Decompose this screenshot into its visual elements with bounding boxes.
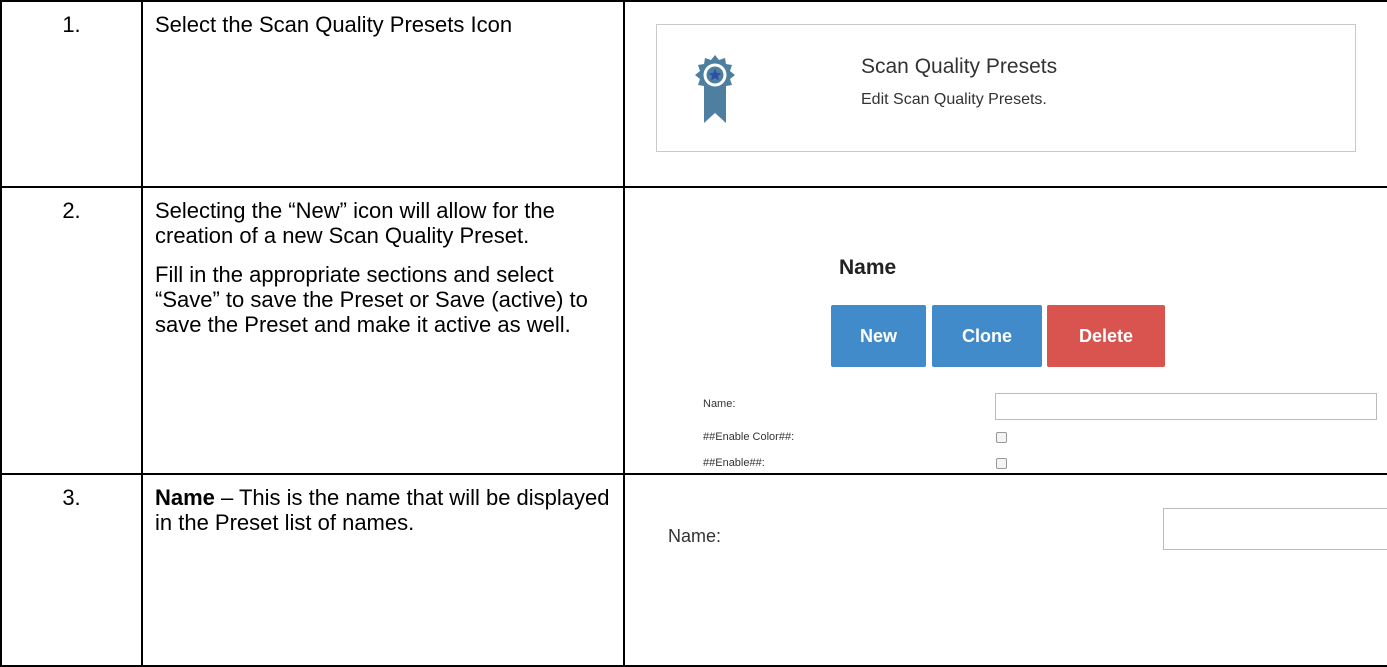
step-number: 3.	[0, 473, 143, 667]
steps-table: 1. Select the Scan Quality Presets Icon …	[0, 0, 1387, 667]
step-description: Select the Scan Quality Presets Icon	[141, 0, 625, 188]
step-number: 1.	[0, 0, 143, 188]
step-description: Name – This is the name that will be dis…	[141, 473, 625, 667]
enable-color-label: ##Enable Color##:	[703, 431, 795, 443]
step-description-paragraph: Fill in the appropriate sections and sel…	[155, 262, 588, 337]
enable-label: ##Enable##:	[703, 457, 765, 469]
step-screenshot: Name:	[623, 473, 1387, 667]
step-screenshot: Scan Quality Presets Edit Scan Quality P…	[623, 0, 1387, 188]
step-number: 2.	[0, 186, 143, 475]
ribbon-star-badge-icon	[695, 55, 735, 123]
card-subtitle: Edit Scan Quality Presets.	[861, 91, 1047, 108]
step-row-3: 3. Name – This is the name that will be …	[0, 473, 1387, 667]
preset-name-heading: Name	[839, 256, 897, 279]
delete-button[interactable]: Delete	[1047, 305, 1165, 367]
step-description-paragraph: Selecting the “New” icon will allow for …	[155, 198, 555, 248]
step-screenshot: Name New Clone Delete Name: ##Enable Col…	[623, 186, 1387, 475]
name-input[interactable]	[995, 393, 1377, 420]
enable-color-checkbox[interactable]	[996, 432, 1007, 443]
enable-checkbox[interactable]	[996, 458, 1007, 469]
card-title: Scan Quality Presets	[861, 55, 1058, 78]
step-description-text: – This is the name that will be displaye…	[155, 485, 610, 535]
step-row-1: 1. Select the Scan Quality Presets Icon …	[0, 0, 1387, 188]
name-field-label: Name:	[703, 398, 736, 410]
step-description: Selecting the “New” icon will allow for …	[141, 186, 625, 475]
step-description-bold: Name	[155, 485, 215, 510]
step-description-text: Select the Scan Quality Presets Icon	[155, 12, 513, 37]
name-input[interactable]	[1163, 508, 1387, 550]
clone-button[interactable]: Clone	[932, 305, 1042, 367]
new-button[interactable]: New	[831, 305, 926, 367]
scan-quality-presets-card[interactable]: Scan Quality Presets Edit Scan Quality P…	[656, 24, 1356, 152]
step-row-2: 2. Selecting the “New” icon will allow f…	[0, 186, 1387, 475]
name-field-label: Name:	[668, 526, 722, 546]
